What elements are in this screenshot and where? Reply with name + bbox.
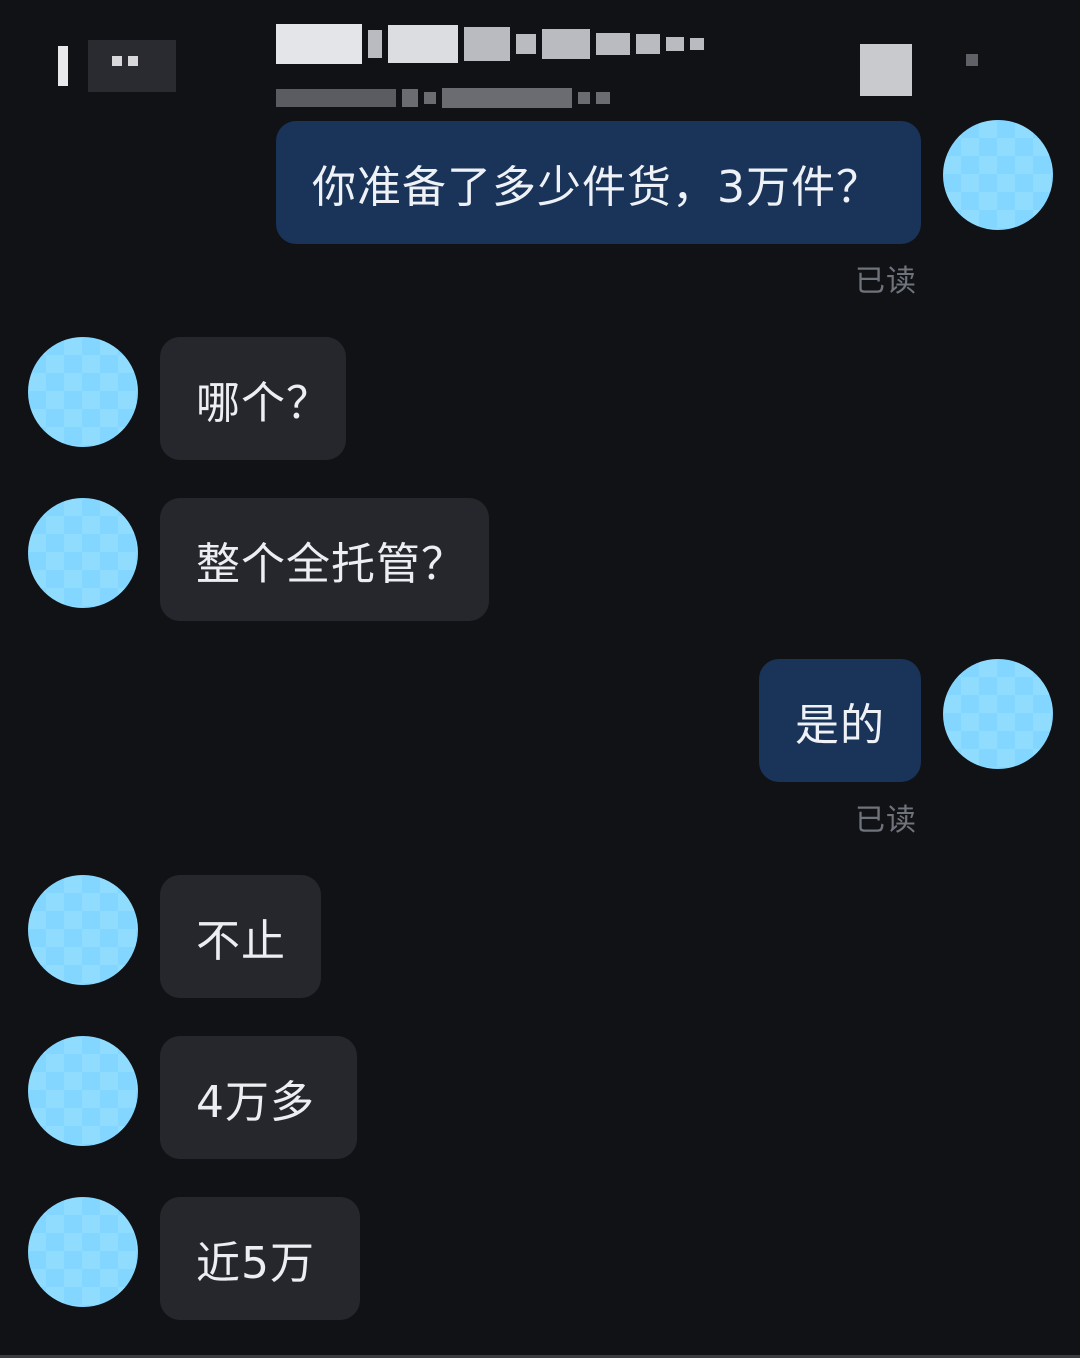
more-options-icon[interactable] [860,44,912,96]
message-text: 是的 [795,699,885,751]
message-text: 哪个？ [196,377,331,429]
message-bubble-received[interactable]: 4万多 [160,1036,357,1159]
message-bubble-received[interactable]: 近5万 [160,1197,360,1320]
read-status: 已读 [855,803,917,838]
contact-subtitle-obscured [276,88,610,108]
message-text: 4万多 [196,1076,315,1128]
message-text: 你准备了多少件货，3万件？ [312,161,881,213]
avatar[interactable] [943,659,1053,769]
message-bubble-received[interactable]: 不止 [160,875,321,998]
message-bubble-sent[interactable]: 你准备了多少件货，3万件？ [276,121,921,244]
avatar[interactable] [28,875,138,985]
read-status: 已读 [855,264,917,299]
message-bubble-received[interactable]: 哪个？ [160,337,346,460]
avatar[interactable] [28,1197,138,1307]
avatar[interactable] [28,337,138,447]
message-bubble-sent[interactable]: 是的 [759,659,921,782]
avatar[interactable] [943,120,1053,230]
unread-count-obscured [88,40,176,92]
message-bubble-received[interactable]: 整个全托管？ [160,498,489,621]
message-text: 近5万 [196,1237,315,1289]
chat-screen: 你准备了多少件货，3万件？ 已读 哪个？ 整个全托管？ 是的 已读 不止 4万多… [0,0,1080,1358]
avatar[interactable] [28,498,138,608]
message-text: 整个全托管？ [196,538,466,590]
avatar[interactable] [28,1036,138,1146]
message-text: 不止 [196,915,286,967]
chevron-left-icon [58,46,68,86]
chat-header [0,0,1080,118]
back-button[interactable] [52,40,182,92]
contact-name-obscured [276,24,704,64]
